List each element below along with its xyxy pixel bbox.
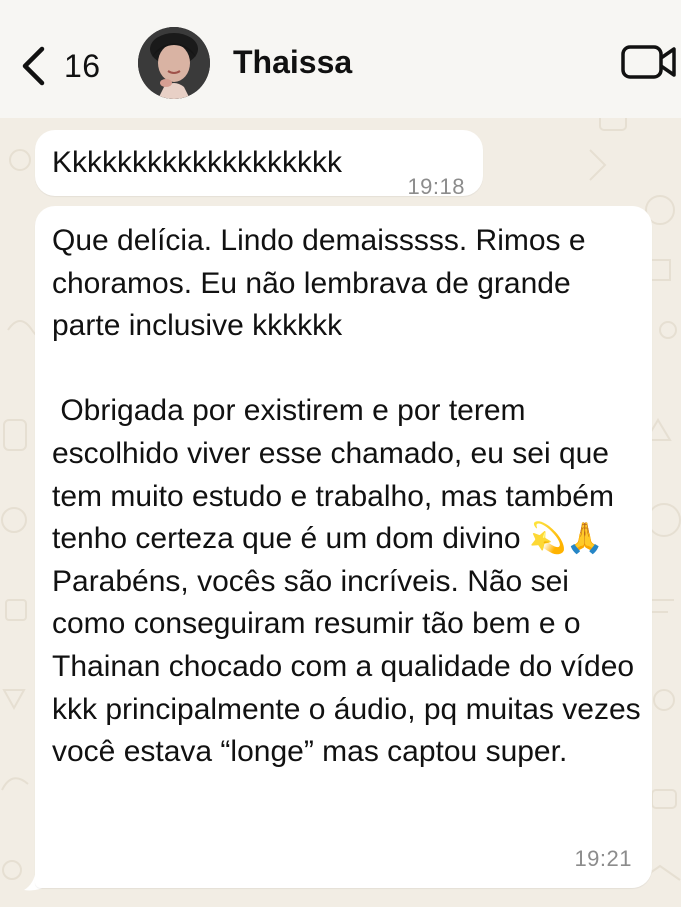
message-bubble[interactable]: Kkkkkkkkkkkkkkkkkkk 19:18 (35, 130, 483, 199)
message-time: 19:21 (574, 846, 632, 871)
video-call-button[interactable] (620, 44, 678, 80)
avatar-photo (138, 27, 210, 99)
contact-name[interactable]: Thaissa (233, 44, 352, 81)
video-camera-icon (621, 45, 676, 79)
chat-header: 16 Thaissa (0, 0, 681, 118)
message-bubble[interactable]: Que delícia. Lindo demaisssss. Rimos e c… (35, 206, 652, 888)
message-text: Que delícia. Lindo demaisssss. Rimos e c… (52, 224, 641, 769)
message-list: Kkkkkkkkkkkkkkkkkkk 19:18 Que delícia. L… (0, 118, 681, 907)
contact-avatar[interactable] (138, 27, 210, 99)
chevron-left-icon (22, 46, 45, 86)
back-button[interactable]: 16 (20, 38, 101, 94)
unread-count: 16 (64, 47, 101, 84)
message-text: Kkkkkkkkkkkkkkkkkkk (52, 146, 343, 179)
message-time: 19:18 (407, 174, 465, 199)
